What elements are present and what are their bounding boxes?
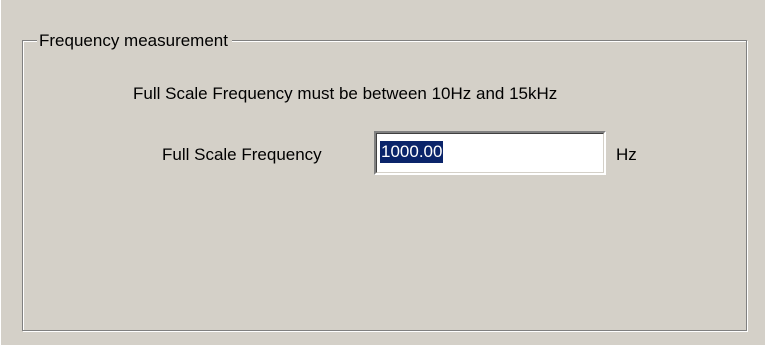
full-scale-frequency-input[interactable]: 1000.00 — [374, 131, 606, 175]
frequency-unit-label: Hz — [616, 145, 637, 164]
full-scale-frequency-label: Full Scale Frequency — [162, 145, 322, 164]
full-scale-frequency-value[interactable]: 1000.00 — [380, 141, 444, 163]
frequency-range-instruction: Full Scale Frequency must be between 10H… — [133, 84, 558, 103]
dialog-panel: Frequency measurement Full Scale Frequen… — [0, 0, 765, 345]
groupbox-title: Frequency measurement — [37, 31, 232, 51]
panel-edge — [0, 0, 1, 345]
